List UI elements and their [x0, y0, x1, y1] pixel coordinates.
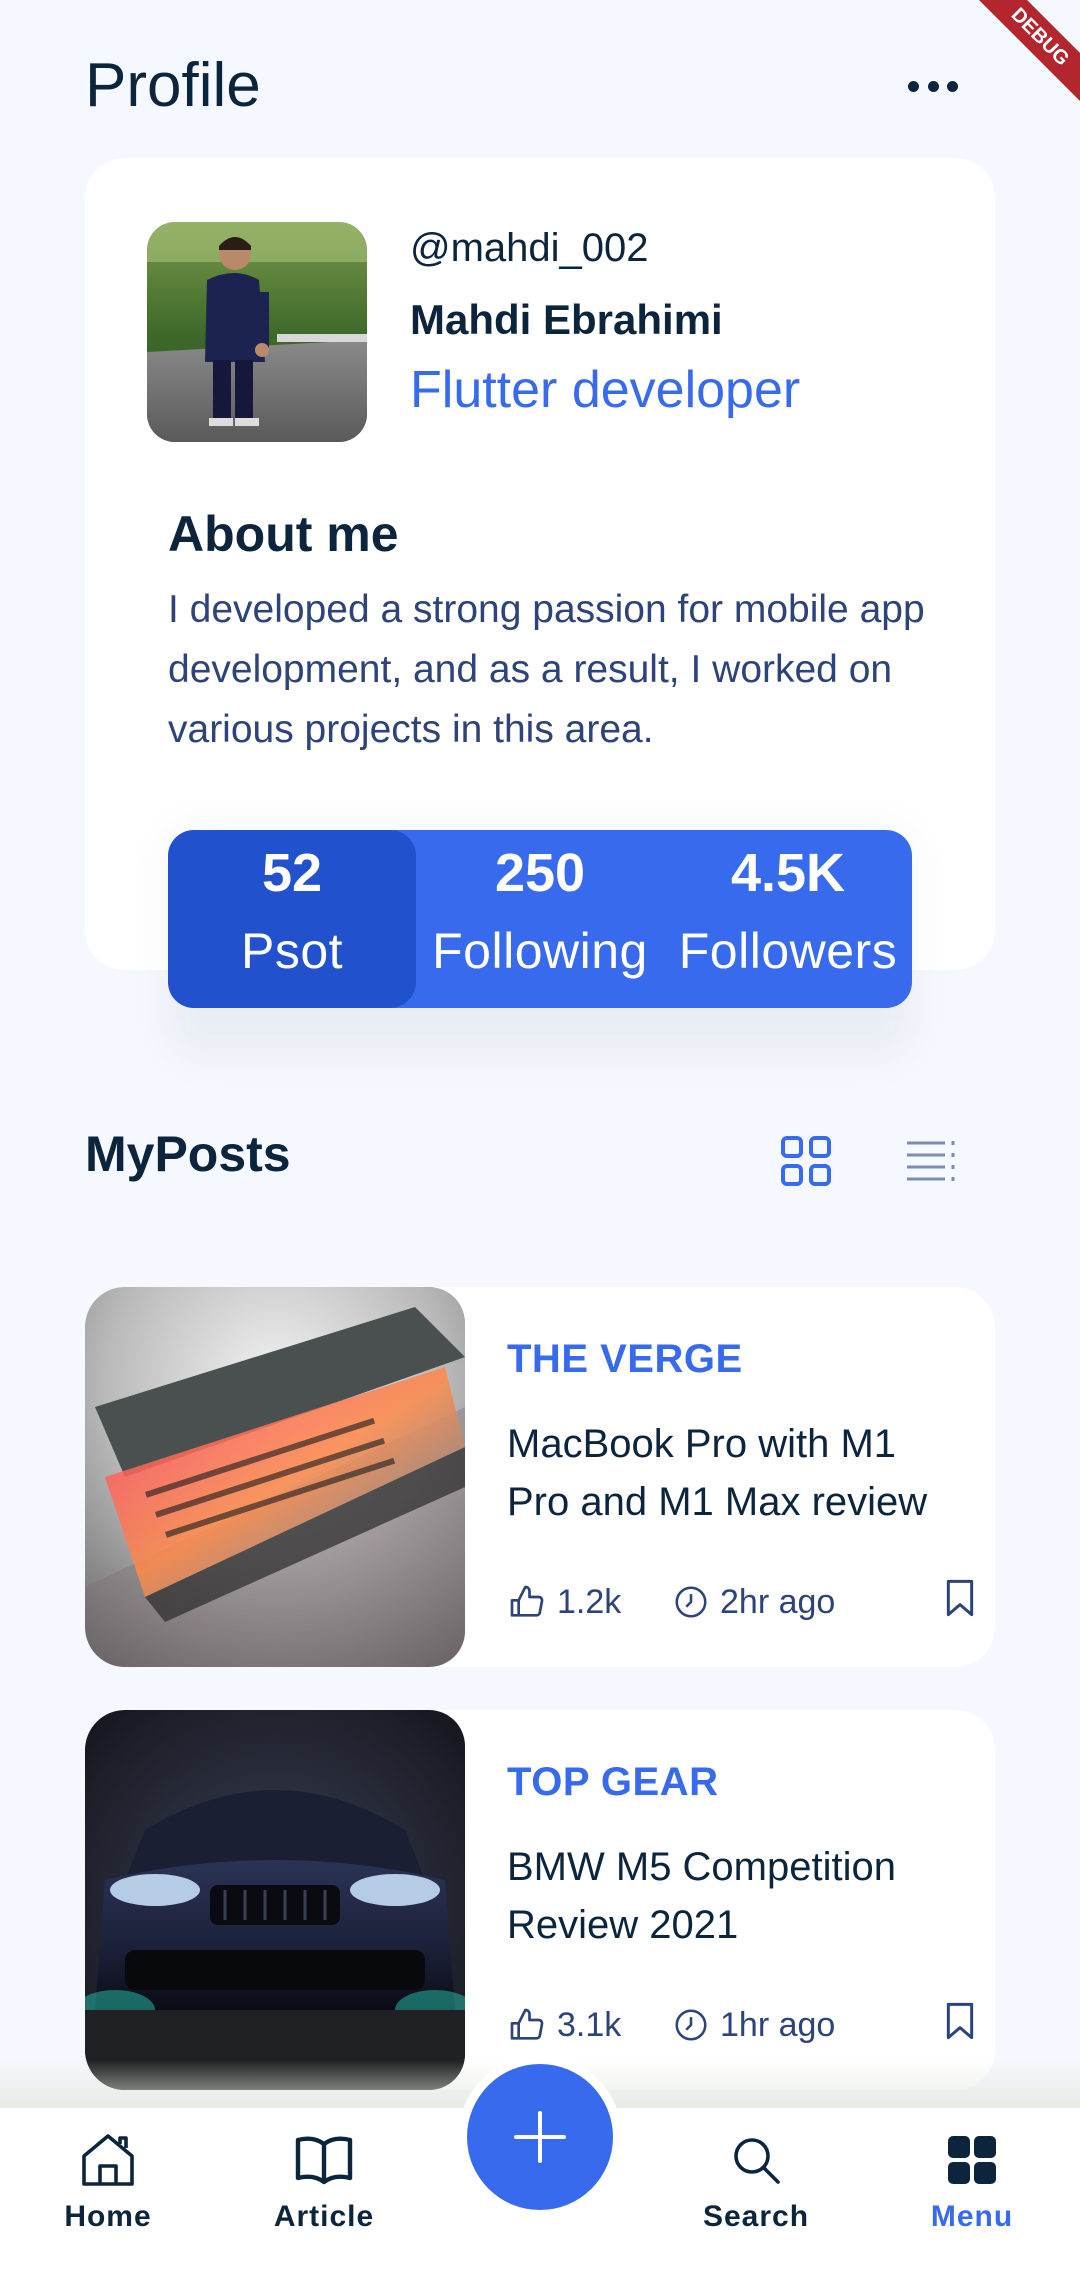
dot: [927, 80, 939, 92]
menu-grid-icon: [948, 2136, 996, 2184]
nav-label: Menu: [930, 2200, 1014, 2233]
nav-label: Home: [64, 2200, 152, 2233]
likes-count: 1.2k: [557, 1582, 622, 1621]
clock-icon: [675, 2009, 707, 2041]
likes-count: 3.1k: [557, 2005, 622, 2044]
book-icon: [295, 2136, 353, 2185]
time-ago: 2hr ago: [720, 1582, 836, 1621]
stat-value: 250: [494, 843, 586, 903]
thumbs-up-icon: [510, 1585, 544, 1617]
post-source: THE VERGE: [507, 1337, 743, 1381]
stat-label: Followers: [678, 923, 898, 979]
time-ago: 1hr ago: [720, 2005, 836, 2044]
stat-label: Following: [432, 923, 648, 979]
list-view-icon[interactable]: [905, 1137, 959, 1187]
home-icon: [82, 2134, 134, 2186]
plus-icon: [514, 2111, 566, 2163]
clock-icon: [675, 1586, 707, 1618]
stats-bar: 52 Psot 250 Following 4.5K Followers: [168, 830, 912, 1008]
grid-view-icon[interactable]: [780, 1135, 832, 1187]
nav-menu[interactable]: Menu: [882, 2128, 1062, 2234]
post-meta: 1.2k 2hr ago: [507, 1577, 977, 1627]
time: 2hr ago: [672, 1583, 927, 1622]
dot: [908, 80, 919, 92]
bookmark-icon[interactable]: [943, 1578, 977, 1627]
stat-following[interactable]: 250 Following: [416, 830, 664, 1008]
role-title: Flutter developer: [410, 361, 801, 419]
full-name: Mahdi Ebrahimi: [410, 296, 723, 343]
add-post-button[interactable]: [467, 2064, 613, 2210]
debug-banner: DEBUG: [957, 0, 1080, 120]
more-options-icon[interactable]: [900, 70, 966, 102]
page-title: Profile: [85, 51, 261, 120]
nav-search[interactable]: Search: [666, 2128, 846, 2234]
post-image: [85, 1710, 465, 2090]
avatar[interactable]: [147, 222, 367, 442]
stat-followers[interactable]: 4.5K Followers: [664, 830, 912, 1008]
post-image: [85, 1287, 465, 1667]
nav-home[interactable]: Home: [18, 2128, 198, 2234]
time: 1hr ago: [672, 2006, 927, 2045]
stat-value: 52: [261, 843, 323, 903]
likes[interactable]: 1.2k: [507, 1582, 672, 1622]
nav-label: Article: [273, 2200, 375, 2233]
stat-posts[interactable]: 52 Psot: [168, 830, 416, 1008]
nav-label: Search: [702, 2200, 810, 2233]
likes[interactable]: 3.1k: [507, 2005, 672, 2045]
post-title: BMW M5 Competition Review 2021: [507, 1845, 896, 1947]
stat-value: 4.5K: [730, 843, 846, 903]
post-title: MacBook Pro with M1 Pro and M1 Max revie…: [507, 1422, 928, 1524]
stat-label: Psot: [240, 923, 344, 979]
bookmark-icon[interactable]: [943, 2001, 977, 2050]
post-meta: 3.1k 1hr ago: [507, 2000, 977, 2050]
post-card[interactable]: THE VERGE MacBook Pro with M1 Pro and M1…: [85, 1287, 995, 1667]
dot: [947, 80, 958, 92]
post-source: TOP GEAR: [507, 1760, 719, 1804]
about-me-heading: About me: [168, 506, 399, 562]
search-icon: [734, 2138, 780, 2184]
post-card[interactable]: TOP GEAR BMW M5 Competition Review 2021 …: [85, 1710, 995, 2090]
my-posts-heading: MyPosts: [85, 1126, 291, 1182]
username: @mahdi_002: [410, 226, 649, 270]
thumbs-up-icon: [510, 2008, 544, 2040]
about-me-text: I developed a strong passion for mobile …: [168, 588, 925, 751]
nav-article[interactable]: Article: [234, 2128, 414, 2234]
